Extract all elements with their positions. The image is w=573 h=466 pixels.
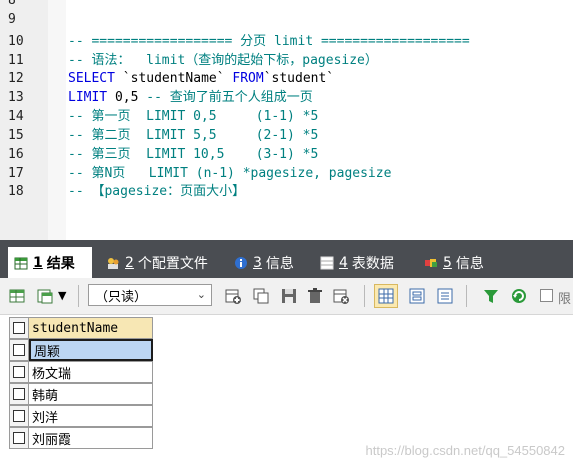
select-all-checkbox[interactable] <box>9 317 29 339</box>
result-tabs: 1 结果 2 个配置文件 3 信息 4 表数据 5 信息 <box>0 240 573 278</box>
code-line: -- ================== 分页 limit =========… <box>68 32 470 51</box>
code-token: `student` <box>263 71 335 86</box>
export-grid-icon[interactable] <box>8 287 26 305</box>
tab-number: 3 <box>253 254 262 271</box>
table-cell[interactable]: 杨文瑞 <box>29 361 153 383</box>
table-cell[interactable]: 韩萌 <box>29 383 153 405</box>
results-icon <box>14 256 28 270</box>
code-line: LIMIT 0,5 -- 查询了前五个人组成一页 <box>68 88 313 107</box>
column-header-studentname[interactable]: studentName <box>29 317 153 339</box>
save-icon[interactable] <box>280 287 298 305</box>
code-token: `studentName` <box>122 71 233 86</box>
tab-label: 结果 <box>46 255 75 272</box>
result-toolbar: ▼ （只读） ⌄ 限 <box>0 278 573 315</box>
profile-icon <box>106 256 120 270</box>
code-token: -- ================== 分页 limit =========… <box>68 34 470 49</box>
toolbar-divider <box>78 285 79 307</box>
code-token: -- 【pagesize：页面大小】 <box>68 184 246 199</box>
info-icon <box>234 256 248 270</box>
code-token: 0,5 <box>114 90 147 105</box>
text-mode-icon[interactable] <box>436 287 454 305</box>
line-number: 11 <box>8 53 24 68</box>
row-checkbox[interactable] <box>9 339 29 361</box>
code-line: -- 【pagesize：页面大小】 <box>68 182 245 201</box>
filter-icon[interactable] <box>482 287 500 305</box>
chevron-down-icon: ⌄ <box>196 288 206 301</box>
row-checkbox[interactable] <box>9 405 29 427</box>
line-number: 8 <box>8 0 16 8</box>
code-token: -- 第一页 LIMIT 0,5 (1-1) *5 <box>68 109 319 124</box>
tab-label: 信息 <box>455 255 484 272</box>
limit-checkbox[interactable] <box>540 289 553 302</box>
code-token: -- 语法： limit（查询的起始下标，pagesize） <box>68 53 378 68</box>
fold-margin <box>48 0 66 240</box>
line-number: 18 <box>8 184 24 199</box>
delete-icon[interactable] <box>306 287 324 305</box>
code-token: FROM <box>232 71 264 86</box>
tab-label: 表数据 <box>351 255 394 272</box>
table-data-icon <box>320 256 334 270</box>
toolbar-divider <box>466 285 467 307</box>
code-line: -- 第一页 LIMIT 0,5 (1-1) *5 <box>68 107 318 126</box>
code-line: SELECT `studentName` FROM`student` <box>68 69 334 88</box>
toolbar-divider <box>364 285 365 307</box>
code-line: -- 第三页 LIMIT 10,5 (3-1) *5 <box>68 145 318 164</box>
tab-info-2[interactable]: 5 信息 <box>418 247 500 278</box>
tab-label: 信息 <box>265 255 294 272</box>
code-token: LIMIT <box>68 90 115 105</box>
limit-label: 限 <box>558 292 572 307</box>
tab-number: 1 <box>33 254 43 271</box>
refresh-icon[interactable] <box>510 287 528 305</box>
code-token: -- 第三页 LIMIT 10,5 (3-1) *5 <box>68 147 319 162</box>
table-cell[interactable]: 周颖 <box>29 339 153 361</box>
watermark: https://blog.csdn.net/qq_54550842 <box>365 443 566 458</box>
grid-view-icon[interactable] <box>36 287 54 305</box>
form-mode-icon[interactable] <box>408 287 426 305</box>
line-number: 10 <box>8 34 24 49</box>
line-number-gutter: 8 9 10 11 12 13 14 15 16 17 18 <box>0 0 49 240</box>
add-row-icon[interactable] <box>224 287 242 305</box>
chevron-down-icon[interactable]: ▼ <box>58 289 70 307</box>
tab-results[interactable]: 1 结果 <box>8 247 92 278</box>
tab-label: 个配置文件 <box>137 255 208 272</box>
mode-select[interactable]: （只读） ⌄ <box>88 284 212 306</box>
table-row[interactable]: 韩萌 <box>9 383 153 405</box>
table-cell[interactable]: 刘丽霞 <box>29 427 153 449</box>
tab-number: 5 <box>443 254 452 271</box>
code-token: -- 第N页 LIMIT (n-1) *pagesize, pagesize <box>68 166 392 181</box>
sql-editor[interactable]: 8 9 10 11 12 13 14 15 16 17 18 -- ======… <box>0 0 573 240</box>
table-row[interactable]: 杨文瑞 <box>9 361 153 383</box>
code-token: -- 查询了前五个人组成一页 <box>146 90 313 105</box>
line-number: 15 <box>8 128 24 143</box>
tab-profiles[interactable]: 2 个配置文件 <box>100 247 220 278</box>
row-checkbox[interactable] <box>9 427 29 449</box>
tab-table-data[interactable]: 4 表数据 <box>314 247 412 278</box>
table-cell[interactable]: 刘洋 <box>29 405 153 427</box>
tab-number: 4 <box>339 254 348 271</box>
table-row[interactable]: 刘洋 <box>9 405 153 427</box>
grid-mode-icon[interactable] <box>374 284 398 308</box>
line-number: 16 <box>8 147 24 162</box>
mode-select-value: （只读） <box>95 289 148 305</box>
code-line: -- 第二页 LIMIT 5,5 (2-1) *5 <box>68 126 318 145</box>
row-checkbox[interactable] <box>9 383 29 405</box>
code-token: SELECT <box>68 71 123 86</box>
table-row[interactable]: 刘丽霞 <box>9 427 153 449</box>
code-token: -- 第二页 LIMIT 5,5 (2-1) *5 <box>68 128 319 143</box>
cancel-changes-icon[interactable] <box>332 287 350 305</box>
line-number: 17 <box>8 166 24 181</box>
line-number: 9 <box>8 12 16 27</box>
line-number: 12 <box>8 71 24 86</box>
grid-header-row: studentName <box>9 317 153 339</box>
tab-info[interactable]: 3 信息 <box>228 247 308 278</box>
row-checkbox[interactable] <box>9 361 29 383</box>
table-row[interactable]: 周颖 <box>9 339 153 361</box>
info-icon <box>424 256 438 270</box>
code-line: -- 语法： limit（查询的起始下标，pagesize） <box>68 51 378 70</box>
line-number: 13 <box>8 90 24 105</box>
line-number: 14 <box>8 109 24 124</box>
code-line: -- 第N页 LIMIT (n-1) *pagesize, pagesize <box>68 164 391 183</box>
tab-number: 2 <box>125 254 134 271</box>
duplicate-row-icon[interactable] <box>252 287 270 305</box>
